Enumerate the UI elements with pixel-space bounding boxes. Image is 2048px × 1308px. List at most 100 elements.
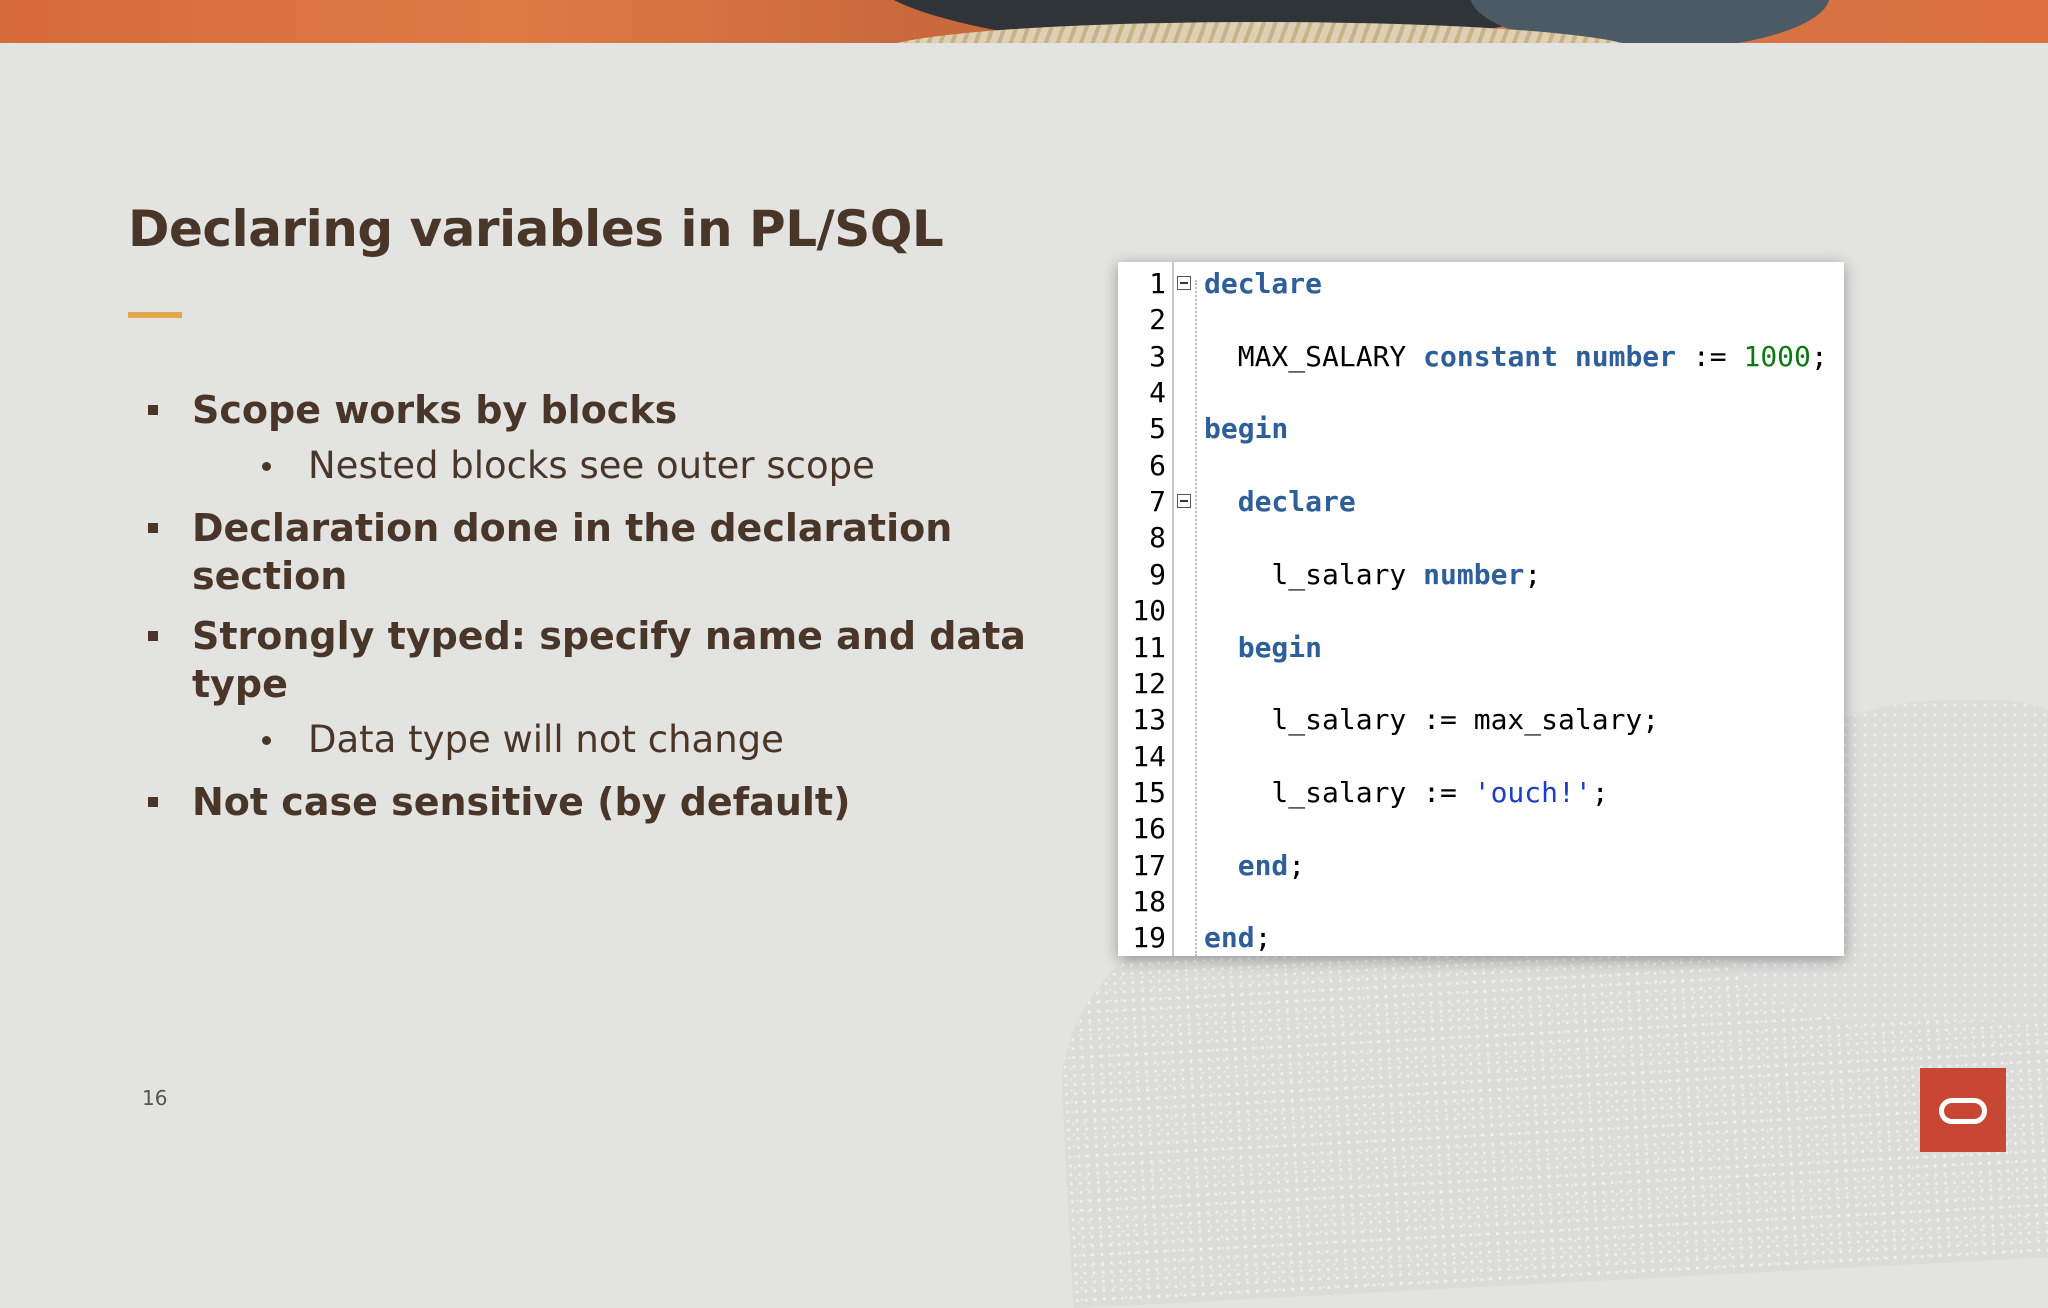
oracle-logo [1920,1068,2006,1152]
sub-bullet-text: Nested blocks see outer scope [308,444,875,487]
line-number: 3 [1149,339,1166,373]
line-number: 12 [1132,666,1166,700]
code-token: ; [1288,848,1306,882]
square-bullet-icon [148,405,158,415]
sub-bullet-item: Nested blocks see outer scope [144,442,1044,490]
line-number: 8 [1149,521,1166,555]
line-number: 17 [1132,848,1166,882]
code-line: 3 MAX_SALARY constant number := 1000; [1118,339,1844,375]
slide-title: Declaring variables in PL/SQL [128,200,944,258]
code-text: end; [1204,920,1271,956]
line-number: 9 [1149,557,1166,591]
code-line: 14 [1118,739,1844,775]
square-bullet-icon [148,797,158,807]
line-number: 14 [1132,739,1166,773]
code-line: 6 [1118,448,1844,484]
code-text: l_salary := max_salary; [1204,702,1659,738]
bullet-text: Scope works by blocks [192,388,678,432]
code-keyword: begin [1237,630,1323,664]
code-token: := [1676,339,1744,373]
header-artwork-banner [0,0,2048,43]
code-line: 9 l_salary number; [1118,557,1844,593]
line-number: 11 [1132,630,1166,664]
code-line: 11 begin [1118,630,1844,666]
code-token: ; [1254,921,1272,955]
line-number: 4 [1149,376,1166,410]
code-line: 12 [1118,666,1844,702]
code-keyword: declare [1204,267,1323,300]
bullet-item: Not case sensitive (by default) [144,778,1044,826]
code-token: l_salary := [1204,775,1474,809]
code-keyword: end [1237,848,1289,882]
bullet-text: Not case sensitive (by default) [192,780,851,824]
bullet-text: Declaration done in the declaration sect… [192,506,953,598]
code-line: 1 declare [1118,266,1844,302]
code-keyword: declare [1237,485,1356,519]
code-keyword: number [1423,557,1525,591]
code-editor-panel: 1 declare 2 3 MAX_SALARY constant number :=… [1118,262,1844,956]
bullet-text: Strongly typed: specify name and data ty… [192,614,1026,706]
square-bullet-icon [148,523,158,533]
code-line: 19 end; [1118,920,1844,956]
page-number: 16 [142,1086,168,1110]
square-bullet-icon [148,631,158,641]
code-line: 10 [1118,593,1844,629]
bullet-item: Declaration done in the declaration sect… [144,504,1044,600]
line-number: 10 [1132,594,1166,628]
collapse-minus-icon[interactable] [1177,276,1191,290]
code-text: begin [1204,630,1322,666]
code-line: 8 [1118,520,1844,556]
code-text: l_salary number; [1204,557,1541,593]
code-token: l_salary [1204,557,1424,591]
bullet-item: Strongly typed: specify name and data ty… [144,612,1044,708]
code-line: 15 l_salary := 'ouch!'; [1118,775,1844,811]
code-line: 17 end; [1118,848,1844,884]
code-token: ; [1524,557,1542,591]
code-line: 13 l_salary := max_salary; [1118,702,1844,738]
code-line: 18 [1118,884,1844,920]
line-number: 15 [1132,775,1166,809]
line-number: 19 [1132,921,1166,955]
code-keyword: constant [1423,339,1559,373]
code-token: MAX_SALARY [1204,339,1424,373]
line-number: 18 [1132,884,1166,918]
code-line: 16 [1118,811,1844,847]
oracle-logo-icon [1939,1098,1987,1124]
code-token: ; [1591,775,1609,809]
code-text: end; [1204,848,1305,884]
sub-bullet-item: Data type will not change [144,716,1044,764]
code-text: begin [1204,411,1288,447]
line-number: 6 [1149,448,1166,482]
line-number: 16 [1132,812,1166,846]
code-text: l_salary := 'ouch!'; [1204,775,1609,811]
code-string: 'ouch!' [1473,775,1592,809]
code-token: l_salary := max_salary; [1204,703,1660,737]
code-text: MAX_SALARY constant number := 1000; [1204,339,1828,375]
code-line: 5 begin [1118,411,1844,447]
code-number: 1000 [1743,339,1811,373]
bullet-item: Scope works by blocks [144,386,1044,434]
line-number: 13 [1132,703,1166,737]
title-accent-bar [128,312,182,318]
round-bullet-icon [262,462,271,471]
code-line: 7 declare [1118,484,1844,520]
line-number: 5 [1149,412,1166,446]
code-token: ; [1810,339,1828,373]
code-keyword: end [1204,921,1255,955]
code-text: declare [1204,266,1322,302]
code-line: 4 [1118,375,1844,411]
line-number: 1 [1149,267,1166,300]
sub-bullet-text: Data type will not change [308,718,784,761]
code-line: 2 [1118,302,1844,338]
bullet-list: Scope works by blocks Nested blocks see o… [144,386,1044,838]
code-keyword: begin [1204,412,1289,446]
collapse-minus-icon[interactable] [1177,494,1191,509]
line-number: 2 [1149,303,1166,337]
code-keyword: number [1574,339,1677,373]
round-bullet-icon [262,736,271,745]
code-text: declare [1204,484,1356,520]
